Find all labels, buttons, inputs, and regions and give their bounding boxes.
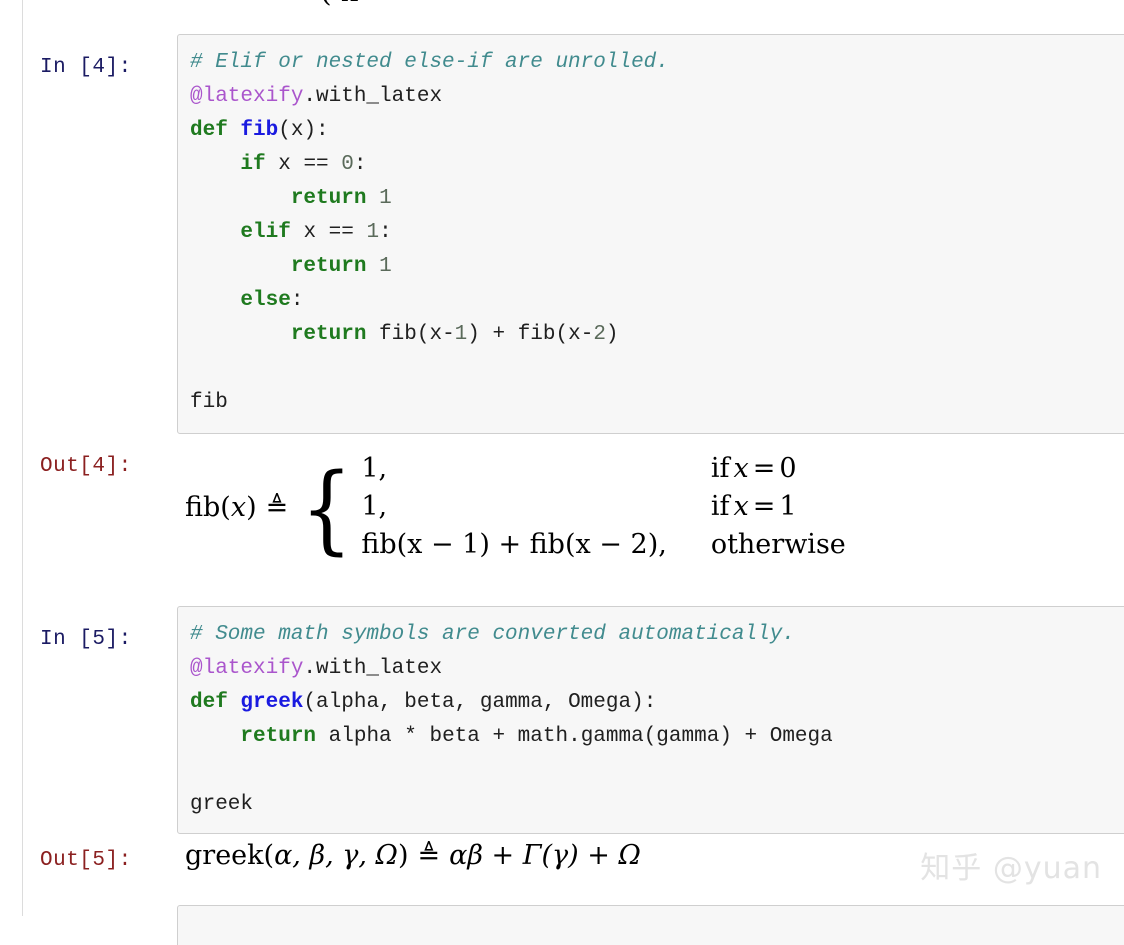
piecewise-value-2: 1, [361,491,388,522]
number-literal: 1 [454,323,468,346]
number-literal: 1 [366,221,380,244]
curly-brace-icon: { [300,452,353,565]
paren-open: ( [220,491,231,523]
keyword-return: return [240,725,317,748]
cell-prompt-in-5[interactable]: In [5]: [40,628,168,651]
piecewise-condition-3: otherwise [710,529,846,560]
function-name-greek: greek [240,691,304,714]
piecewise-condition-1: if x = 0 [711,450,846,488]
previous-output-fragment: ( x [320,0,358,9]
code-comment: # Elif or nested else-if are unrolled. [190,51,669,74]
number-literal: 1 [379,255,392,278]
code-cell-next-partial[interactable] [177,905,1124,945]
keyword-elif: elif [240,221,291,244]
if-colon: : [353,153,367,176]
number-literal: 0 [341,153,354,176]
code-comment: # Some math symbols are converted automa… [190,623,795,646]
number-literal: 2 [593,323,606,346]
elif-colon: : [379,221,392,244]
cond-relation: = [752,491,776,522]
elif-expression: x == [290,221,367,244]
else-colon: : [290,289,304,312]
function-signature: (alpha, beta, gamma, Omega): [303,691,657,714]
decorator-attribute: .with_latex [303,657,443,680]
piecewise-condition-2: if x = 1 [711,488,846,526]
greek-expression: greek(α, β, γ, Ω) ≜ αβ + Γ(γ) + Ω [185,842,641,869]
cond-number: 1 [779,491,797,522]
return-expression-a: fib(x- [366,323,455,346]
paren-close: ) [246,491,257,523]
keyword-def: def [190,119,228,142]
code-source-5[interactable]: # Some math symbols are converted automa… [190,618,1124,822]
keyword-def: def [190,691,228,714]
code-tail-expression: greek [190,793,254,816]
return-expression-c: ) [605,323,619,346]
decorator-name: @latexify [190,85,304,108]
keyword-if: if [240,153,266,176]
math-output-4: fib(x) ≜ { 1, if x = 0 1, if x = 1 fib(x − 1) +… [185,450,846,564]
cond-keyword-if: if [710,453,730,484]
piecewise-rows: 1, if x = 0 1, if x = 1 fib(x − 1) + fib(x − 2… [361,450,845,564]
function-signature: (x): [278,119,329,142]
function-name-fib: fib [240,119,279,142]
function-name-fib-math: fib [185,491,221,523]
keyword-return-3: return [290,323,367,346]
notebook-left-rule [22,0,23,916]
decorator-attribute: .with_latex [303,85,443,108]
piecewise-value-3: fib(x − 1) + fib(x − 2), [361,529,667,560]
keyword-return-1: return [290,187,367,210]
number-literal: 1 [379,187,392,210]
cond-keyword-if: if [710,491,730,522]
cond-variable: x [733,491,749,522]
code-editor-4[interactable]: # Elif or nested else-if are unrolled. @… [177,34,1124,434]
code-tail-expression: fib [190,391,228,414]
cell-prompt-out-5[interactable]: Out[5]: [40,849,168,872]
code-source-4[interactable]: # Elif or nested else-if are unrolled. @… [190,46,1124,420]
keyword-else: else [240,289,291,312]
defined-as-symbol: ≜ [417,840,441,871]
code-editor-5[interactable]: # Some math symbols are converted automa… [177,606,1124,834]
cond-variable: x [733,453,749,484]
cond-relation: = [752,453,776,484]
piecewise-lhs: fib(x) ≜ [185,492,296,523]
defined-as-symbol: ≜ [265,491,289,523]
return-expression-b: ) + fib(x- [467,323,594,346]
variable-x: x [230,491,247,523]
math-output-5: greek(α, β, γ, Ω) ≜ αβ + Γ(γ) + Ω [185,842,641,869]
cell-prompt-out-4[interactable]: Out[4]: [40,455,168,478]
if-expression: x == [265,153,342,176]
decorator-name: @latexify [190,657,304,680]
watermark: 知乎 @yuan [920,851,1102,886]
jupyter-notebook: ( x In [4]: # Elif or nested else-if are… [0,0,1124,945]
piecewise-value-1: 1, [361,453,388,484]
return-expression: alpha * beta + math.gamma(gamma) + Omega [316,725,833,748]
greek-arguments: α, β, γ, Ω [274,840,398,871]
function-name-greek-math: greek [185,840,264,871]
cell-prompt-in-4[interactable]: In [4]: [40,56,168,79]
paren-close: ) [397,840,409,871]
greek-rhs: αβ + Γ(γ) + Ω [449,840,641,871]
cond-number: 0 [779,453,797,484]
paren-open: ( [263,840,275,871]
keyword-return-2: return [290,255,367,278]
piecewise-expression: fib(x) ≜ { 1, if x = 0 1, if x = 1 fib(x − 1) +… [185,450,846,564]
